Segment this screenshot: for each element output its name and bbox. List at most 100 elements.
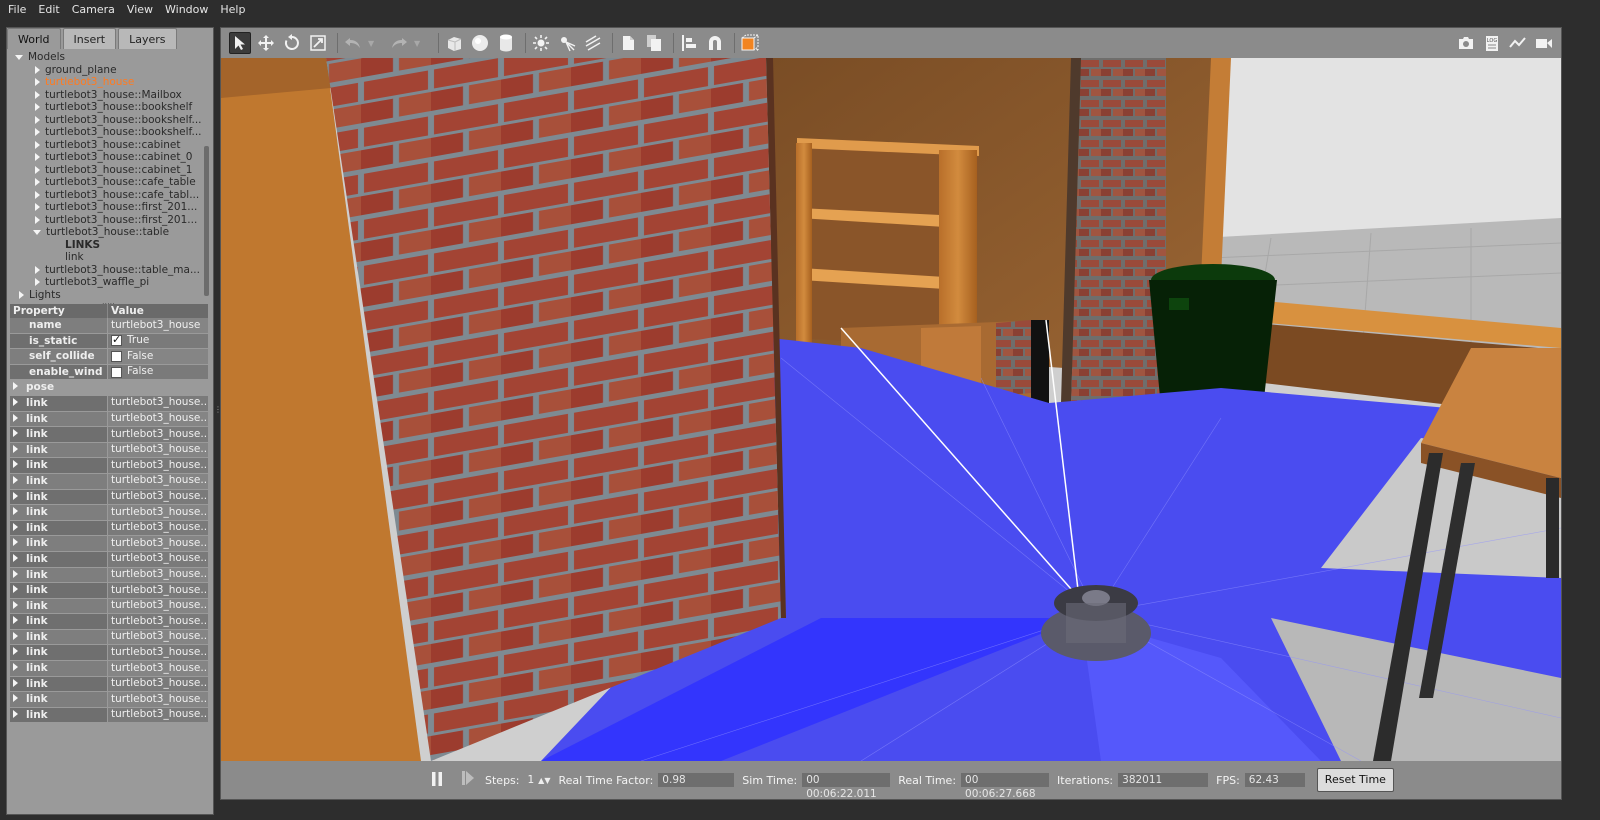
expanded-arrow-icon[interactable] (15, 54, 23, 60)
paste-icon[interactable] (643, 32, 665, 54)
box-icon[interactable] (443, 32, 465, 54)
prop-row-link[interactable]: link turtlebot3_house... (10, 411, 208, 428)
collapsed-arrow-icon[interactable] (35, 78, 40, 87)
video-icon[interactable] (1533, 32, 1555, 54)
spot-light-icon[interactable] (556, 32, 578, 54)
collapsed-arrow-icon[interactable] (13, 413, 18, 422)
collapsed-arrow-icon[interactable] (13, 382, 18, 391)
redo-icon[interactable] (388, 32, 410, 54)
select-arrow-icon[interactable] (229, 32, 251, 54)
view-angle-icon[interactable] (739, 32, 761, 54)
collapsed-arrow-icon[interactable] (13, 538, 18, 547)
menu-help[interactable]: Help (216, 0, 253, 20)
self-collide-checkbox[interactable] (111, 350, 122, 362)
collapsed-arrow-icon[interactable] (13, 444, 18, 453)
tree-item[interactable]: turtlebot3_house::cafe_table (9, 176, 209, 189)
tree-item[interactable]: turtlebot3_house::cabinet (9, 139, 209, 152)
prop-row-link[interactable]: link turtlebot3_house... (10, 676, 208, 693)
prop-row-link[interactable]: link turtlebot3_house... (10, 536, 208, 552)
sphere-icon[interactable] (469, 32, 491, 54)
menu-edit[interactable]: Edit (34, 0, 67, 20)
collapsed-arrow-icon[interactable] (13, 475, 18, 484)
tree-item[interactable]: ground_plane (9, 64, 209, 77)
collapsed-arrow-icon[interactable] (35, 215, 40, 224)
tab-layers[interactable]: Layers (118, 28, 177, 49)
collapsed-arrow-icon[interactable] (13, 522, 18, 531)
prop-row-link[interactable]: link turtlebot3_house... (10, 427, 208, 443)
collapsed-arrow-icon[interactable] (35, 278, 40, 287)
collapsed-arrow-icon[interactable] (13, 553, 18, 562)
prop-row-link[interactable]: link turtlebot3_house... (10, 692, 208, 708)
prop-row-link[interactable]: link turtlebot3_house... (10, 583, 208, 599)
enable-wind-checkbox[interactable] (111, 366, 122, 378)
3d-viewport[interactable] (221, 58, 1561, 761)
collapsed-arrow-icon[interactable] (13, 460, 18, 469)
tree-link-item[interactable]: link (9, 251, 209, 264)
prop-row-link[interactable]: link turtlebot3_house... (10, 598, 208, 615)
prop-row-link[interactable]: link turtlebot3_house... (10, 473, 208, 490)
tree-item[interactable]: turtlebot3_house::first_201... (9, 201, 209, 214)
collapsed-arrow-icon[interactable] (35, 190, 40, 199)
tree-item[interactable]: turtlebot3_house::cafe_tabl... (9, 189, 209, 202)
prop-row-link[interactable]: link turtlebot3_house... (10, 489, 208, 506)
prop-row-link[interactable]: link turtlebot3_house... (10, 520, 208, 537)
is-static-checkbox[interactable] (111, 334, 122, 348)
prop-row-link[interactable]: link turtlebot3_house... (10, 661, 208, 677)
undo-icon[interactable] (342, 32, 364, 54)
steps-spinbox[interactable]: 1 (527, 774, 534, 786)
point-light-icon[interactable] (530, 32, 552, 54)
tree-item[interactable]: turtlebot3_house::bookshelf (9, 101, 209, 114)
prop-row-link[interactable]: link turtlebot3_house... (10, 707, 208, 724)
collapsed-arrow-icon[interactable] (35, 90, 40, 99)
rotate-icon[interactable] (281, 32, 303, 54)
tree-item-selected[interactable]: turtlebot3_house (9, 76, 209, 89)
collapsed-arrow-icon[interactable] (13, 631, 18, 640)
tree-item[interactable]: turtlebot3_house::table_ma... (9, 264, 209, 277)
prop-row-link[interactable]: link turtlebot3_house... (10, 567, 208, 584)
collapsed-arrow-icon[interactable] (13, 616, 18, 625)
collapsed-arrow-icon[interactable] (13, 647, 18, 656)
left-splitter-grip[interactable]: ⋮ (214, 405, 222, 419)
collapsed-arrow-icon[interactable] (13, 507, 18, 516)
collapsed-arrow-icon[interactable] (13, 569, 18, 578)
prop-row-link[interactable]: link turtlebot3_house... (10, 395, 208, 412)
collapsed-arrow-icon[interactable] (13, 585, 18, 594)
tree-models[interactable]: Models (9, 51, 209, 64)
prop-row-link[interactable]: link turtlebot3_house... (10, 645, 208, 662)
tree-item[interactable]: turtlebot3_house::bookshelf... (9, 114, 209, 127)
undo-dropdown-icon[interactable]: ▼ (368, 39, 380, 48)
collapsed-arrow-icon[interactable] (35, 65, 40, 74)
prop-row-link[interactable]: link turtlebot3_house... (10, 458, 208, 474)
tab-world[interactable]: World (7, 28, 61, 49)
collapsed-arrow-icon[interactable] (35, 153, 40, 162)
collapsed-arrow-icon[interactable] (35, 265, 40, 274)
reset-time-button[interactable]: Reset Time (1316, 768, 1394, 792)
collapsed-arrow-icon[interactable] (13, 429, 18, 438)
menu-view[interactable]: View (123, 0, 161, 20)
pause-icon[interactable] (431, 771, 447, 790)
collapsed-arrow-icon[interactable] (13, 663, 18, 672)
steps-dropdown-icon[interactable]: ▲▼ (538, 776, 550, 785)
align-icon[interactable] (678, 32, 700, 54)
tree-item[interactable]: turtlebot3_house::cabinet_0 (9, 151, 209, 164)
collapsed-arrow-icon[interactable] (35, 103, 40, 112)
translate-icon[interactable] (255, 32, 277, 54)
menu-file[interactable]: File (4, 0, 34, 20)
prop-row-link[interactable]: link turtlebot3_house... (10, 614, 208, 630)
tree-item[interactable]: turtlebot3_house::first_201... (9, 214, 209, 227)
tree-item[interactable]: turtlebot3_house::bookshelf... (9, 126, 209, 139)
prop-row-link[interactable]: link turtlebot3_house... (10, 551, 208, 568)
collapsed-arrow-icon[interactable] (13, 397, 18, 406)
log-icon[interactable]: LOG (1481, 32, 1503, 54)
directional-light-icon[interactable] (582, 32, 604, 54)
collapsed-arrow-icon[interactable] (13, 678, 18, 687)
cylinder-icon[interactable] (495, 32, 517, 54)
collapsed-arrow-icon[interactable] (35, 115, 40, 124)
copy-icon[interactable] (617, 32, 639, 54)
scale-icon[interactable] (307, 32, 329, 54)
plot-icon[interactable] (1507, 32, 1529, 54)
collapsed-arrow-icon[interactable] (13, 694, 18, 703)
collapsed-arrow-icon[interactable] (35, 165, 40, 174)
collapsed-arrow-icon[interactable] (35, 128, 40, 137)
prop-row-link[interactable]: link turtlebot3_house... (10, 442, 208, 459)
